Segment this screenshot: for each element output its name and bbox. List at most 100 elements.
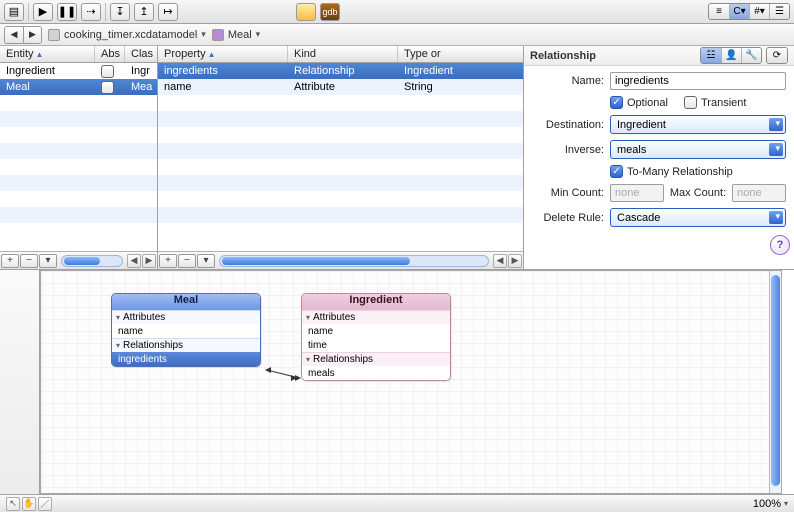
destination-label: Destination: xyxy=(532,119,604,131)
column-header[interactable]: Property xyxy=(164,48,206,60)
relationship-item[interactable]: meals xyxy=(302,366,450,380)
entity-box-meal[interactable]: Meal Attributes name Relationships ingre… xyxy=(111,293,261,367)
entity-box-title: Meal xyxy=(112,294,260,310)
segment-option[interactable]: 👤 xyxy=(721,48,741,63)
transient-checkbox[interactable]: Transient xyxy=(684,96,746,109)
column-header[interactable]: Abs xyxy=(101,48,120,60)
property-menu-button[interactable]: ▾ xyxy=(197,254,215,268)
pause-button[interactable]: ❚❚ xyxy=(57,3,77,21)
horizontal-scrollbar[interactable] xyxy=(219,255,489,267)
entity-list-panel: Entity▲ Abs Clas Ingredient Ingr Meal Me… xyxy=(0,46,158,269)
column-header[interactable]: Clas xyxy=(131,48,153,60)
entity-table-body: Ingredient Ingr Meal Mea xyxy=(0,63,157,251)
attribute-item[interactable]: name xyxy=(112,324,260,338)
scroll-left-button[interactable]: ◀ xyxy=(493,254,507,268)
sync-button[interactable]: ⟳ xyxy=(766,47,788,64)
property-row[interactable]: name Attribute String xyxy=(158,79,523,95)
segment-option[interactable]: #▾ xyxy=(749,4,769,19)
scroll-right-button[interactable]: ▶ xyxy=(142,254,156,268)
play-button[interactable]: ▶ xyxy=(33,3,53,21)
relationship-connector-icon xyxy=(263,367,303,381)
step-button[interactable]: ⇢ xyxy=(81,3,101,21)
segment-option[interactable]: ☳ xyxy=(701,48,721,63)
file-icon xyxy=(48,29,60,41)
segment-option[interactable]: ☰ xyxy=(769,4,789,19)
toolbar-button[interactable]: ↦ xyxy=(158,3,178,21)
maxcount-field[interactable]: none xyxy=(732,184,786,202)
scroll-right-button[interactable]: ▶ xyxy=(508,254,522,268)
abstract-checkbox[interactable] xyxy=(101,81,114,94)
segment-option[interactable]: C▾ xyxy=(729,4,749,19)
entity-row[interactable]: Ingredient Ingr xyxy=(0,63,157,79)
optional-checkbox[interactable]: Optional xyxy=(610,96,668,109)
property-type: String xyxy=(398,81,523,93)
segment-option[interactable]: 🔧 xyxy=(741,48,761,63)
inspector-view-segment[interactable]: ☳ 👤 🔧 xyxy=(700,47,762,64)
attributes-section-label: Attributes xyxy=(112,310,260,324)
attributes-section-label: Attributes xyxy=(302,310,450,324)
abstract-checkbox[interactable] xyxy=(101,65,114,78)
back-button[interactable]: ◀ xyxy=(5,27,23,43)
segment-option[interactable]: ≡ xyxy=(709,4,729,19)
canvas-ruler xyxy=(0,270,40,494)
destination-select[interactable]: Ingredient xyxy=(610,115,786,134)
zoom-control[interactable]: 100% ▾ xyxy=(753,498,788,510)
entity-box-ingredient[interactable]: Ingredient Attributes name time Relation… xyxy=(301,293,451,381)
model-canvas[interactable]: Meal Attributes name Relationships ingre… xyxy=(40,270,782,494)
property-kind: Attribute xyxy=(288,81,398,93)
vertical-scrollbar[interactable] xyxy=(769,271,781,493)
pointer-tool-icon[interactable]: ↖ xyxy=(6,497,20,511)
entity-box-title: Ingredient xyxy=(302,294,450,310)
entity-class: Mea xyxy=(125,81,157,93)
column-header[interactable]: Kind xyxy=(294,48,316,60)
gdb-button[interactable]: gdb xyxy=(320,3,340,21)
toolbar-button[interactable]: ↧ xyxy=(110,3,130,21)
entity-table-header: Entity▲ Abs Clas xyxy=(0,46,157,63)
name-field[interactable]: ingredients xyxy=(610,72,786,90)
tomany-checkbox[interactable]: To-Many Relationship xyxy=(610,165,733,178)
breakpoint-icon[interactable] xyxy=(296,3,316,21)
attribute-item[interactable]: name xyxy=(302,324,450,338)
entity-panel-footer: + − ▾ ◀ ▶ xyxy=(0,251,157,269)
relationship-item[interactable]: ingredients xyxy=(112,352,260,366)
maxcount-label: Max Count: xyxy=(670,187,726,199)
breadcrumb-file[interactable]: cooking_timer.xcdatamodel ▾ xyxy=(48,29,206,41)
inverse-select[interactable]: meals xyxy=(610,140,786,159)
entity-name: Meal xyxy=(0,81,95,93)
name-label: Name: xyxy=(532,75,604,87)
attribute-item[interactable]: time xyxy=(302,338,450,352)
history-nav[interactable]: ◀▶ xyxy=(4,26,42,44)
property-row[interactable]: ingredients Relationship Ingredient xyxy=(158,63,523,79)
add-property-button[interactable]: + xyxy=(159,254,177,268)
remove-entity-button[interactable]: − xyxy=(20,254,38,268)
remove-property-button[interactable]: − xyxy=(178,254,196,268)
breadcrumb-entity[interactable]: Meal ▾ xyxy=(212,29,260,41)
toolbar-button[interactable]: ▤ xyxy=(4,3,24,21)
property-list-panel: Property▲ Kind Type or ingredients Relat… xyxy=(158,46,524,269)
scroll-left-button[interactable]: ◀ xyxy=(127,254,141,268)
hand-tool-icon[interactable]: ✋ xyxy=(22,497,36,511)
inspector-mode-segment[interactable]: ≡ C▾ #▾ ☰ xyxy=(708,3,790,20)
column-header[interactable]: Type or xyxy=(404,48,441,60)
property-kind: Relationship xyxy=(288,65,398,77)
line-tool-icon[interactable]: ／ xyxy=(38,497,52,511)
column-header[interactable]: Entity xyxy=(6,48,34,60)
toolbar-button[interactable]: ↥ xyxy=(134,3,154,21)
chevron-down-icon: ▾ xyxy=(784,499,788,508)
forward-button[interactable]: ▶ xyxy=(23,27,41,43)
entity-icon xyxy=(212,29,224,41)
property-type: Ingredient xyxy=(398,65,523,77)
inspector-title: Relationship xyxy=(530,50,596,62)
entity-menu-button[interactable]: ▾ xyxy=(39,254,57,268)
add-entity-button[interactable]: + xyxy=(1,254,19,268)
entity-class: Ingr xyxy=(125,65,157,77)
mincount-field[interactable]: none xyxy=(610,184,664,202)
entity-row[interactable]: Meal Mea xyxy=(0,79,157,95)
relationships-section-label: Relationships xyxy=(112,338,260,352)
help-button[interactable]: ? xyxy=(770,235,790,255)
deleterule-select[interactable]: Cascade xyxy=(610,208,786,227)
breadcrumb-entity-label: Meal xyxy=(228,29,252,41)
property-table-header: Property▲ Kind Type or xyxy=(158,46,523,63)
property-table-body: ingredients Relationship Ingredient name… xyxy=(158,63,523,251)
horizontal-scrollbar[interactable] xyxy=(61,255,123,267)
